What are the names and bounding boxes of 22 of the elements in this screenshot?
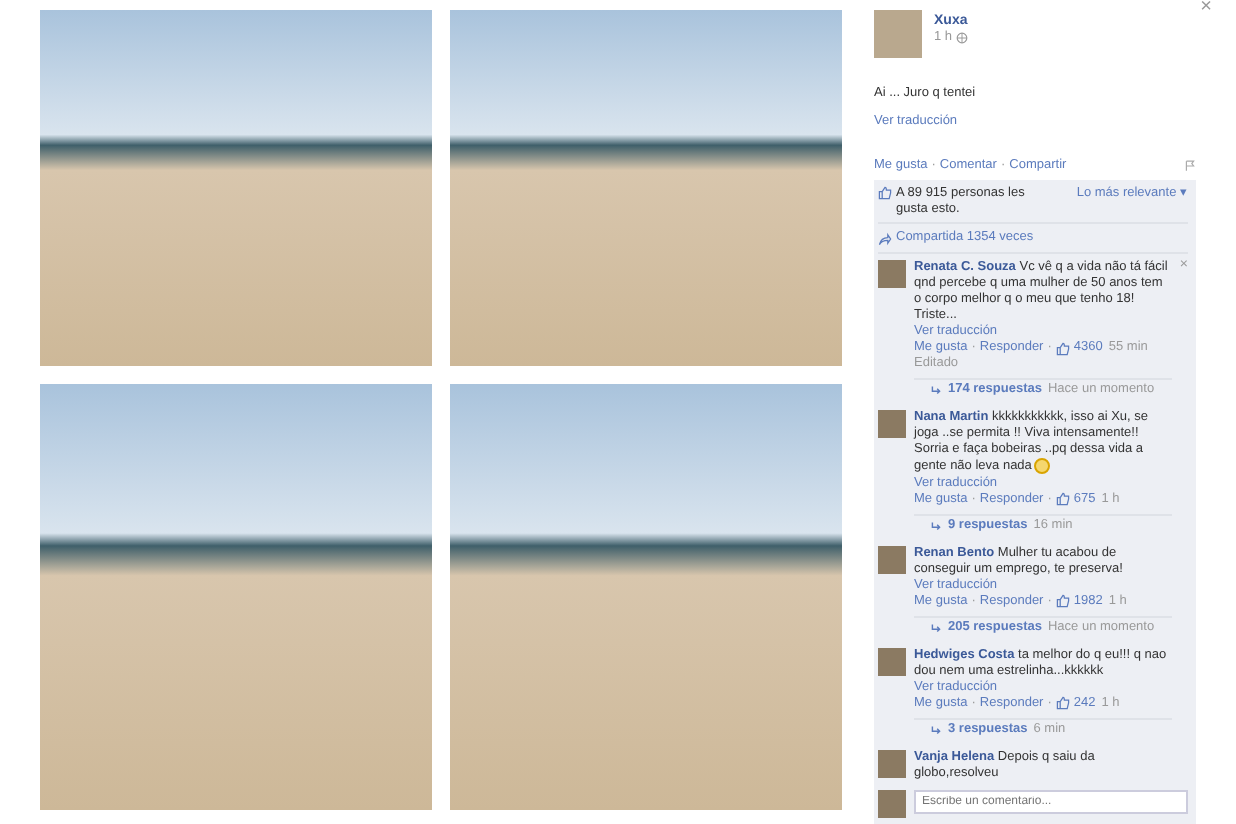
thumbs-up-icon bbox=[1055, 341, 1070, 355]
share-icon bbox=[878, 231, 892, 245]
flag-icon[interactable] bbox=[1184, 160, 1196, 172]
photo-placeholder[interactable] bbox=[40, 10, 432, 366]
avatar-placeholder[interactable] bbox=[878, 749, 906, 778]
avatar-placeholder[interactable] bbox=[878, 647, 906, 676]
photo-placeholder[interactable] bbox=[450, 384, 842, 810]
reply-arrow-icon bbox=[930, 621, 942, 634]
reply-arrow-icon bbox=[930, 384, 942, 396]
close-button[interactable]: × bbox=[1200, 0, 1212, 16]
avatar-placeholder[interactable] bbox=[878, 545, 906, 574]
thumbs-up-icon bbox=[1055, 492, 1070, 507]
photo-placeholder[interactable] bbox=[450, 10, 842, 366]
reply-arrow-icon bbox=[930, 723, 942, 736]
reply-arrow-icon bbox=[930, 519, 942, 532]
avatar-placeholder bbox=[878, 790, 906, 818]
thumbs-up-icon bbox=[1055, 594, 1070, 609]
photo-placeholder[interactable] bbox=[40, 384, 432, 810]
thumbs-up-icon bbox=[1055, 696, 1070, 711]
smiley-icon bbox=[1033, 458, 1050, 474]
globe-icon bbox=[956, 32, 969, 44]
thumbs-up-icon bbox=[878, 186, 892, 200]
